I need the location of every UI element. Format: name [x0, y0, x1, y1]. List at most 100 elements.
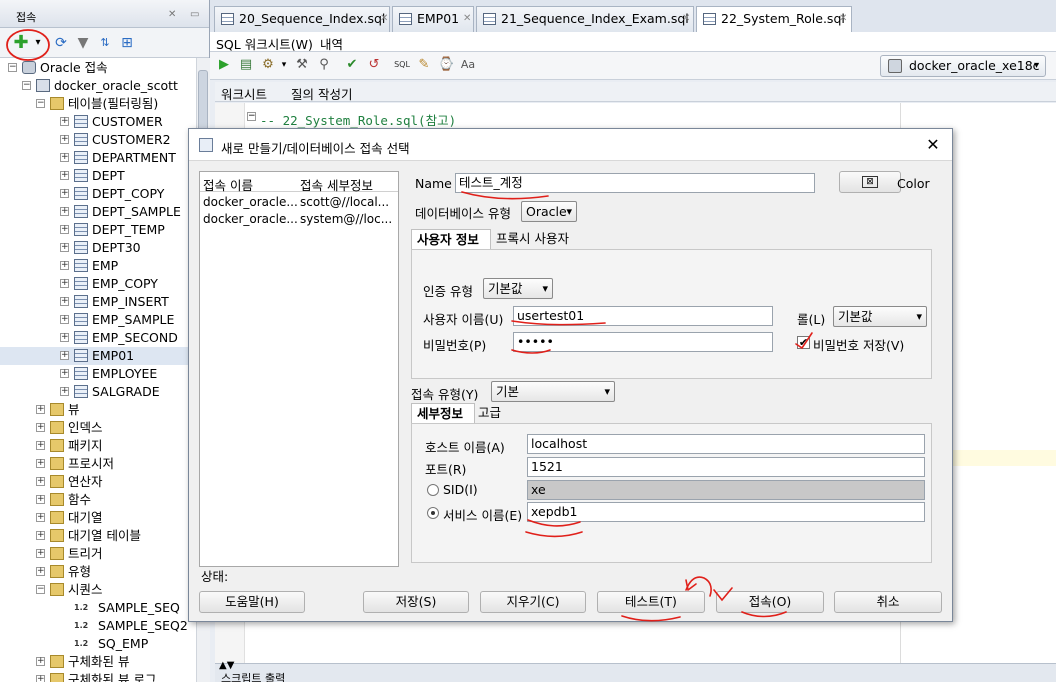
tree-item[interactable]: + DEPT30	[0, 239, 196, 257]
conn-type-select[interactable]: 기본	[491, 381, 615, 402]
tree-item[interactable]: + EMP_SAMPLE	[0, 311, 196, 329]
connect-button[interactable]: 접속(O)	[716, 591, 824, 613]
tree-item[interactable]: + EMP01	[0, 347, 196, 365]
expand-icon[interactable]: +	[60, 261, 69, 270]
role-select[interactable]: 기본값	[833, 306, 927, 327]
expand-icon[interactable]: +	[60, 369, 69, 378]
tree-item[interactable]: − 시퀀스	[0, 581, 196, 599]
tree-item[interactable]: + 뷰	[0, 401, 196, 419]
tree-item[interactable]: + EMP	[0, 257, 196, 275]
service-name-input[interactable]: xepdb1	[527, 502, 925, 522]
tree-item[interactable]: − 테이블(필터링됨)	[0, 95, 196, 113]
cancel-button[interactable]: 취소	[834, 591, 942, 613]
tree-item[interactable]: + SALGRADE	[0, 383, 196, 401]
expand-icon[interactable]: +	[60, 225, 69, 234]
expand-icon[interactable]: +	[36, 513, 45, 522]
commit-icon[interactable]: ✔	[344, 57, 360, 73]
collapse-icon[interactable]: −	[22, 81, 31, 90]
db-type-select[interactable]: Oracle	[521, 201, 577, 222]
run-script-icon[interactable]: ▤	[238, 57, 254, 73]
port-input[interactable]: 1521	[527, 457, 925, 477]
tab-advanced[interactable]: 고급	[473, 403, 506, 423]
tab-history[interactable]: 내역	[320, 34, 343, 53]
tab-script-output[interactable]: 스크립트 출력	[221, 670, 336, 682]
tab-user-info[interactable]: 사용자 정보	[411, 229, 491, 249]
explain-plan-icon[interactable]: ⚒	[294, 57, 310, 73]
tree-item[interactable]: + CUSTOMER2	[0, 131, 196, 149]
close-tab-icon[interactable]: ✕	[682, 7, 690, 31]
save-button[interactable]: 저장(S)	[363, 591, 469, 613]
run-statement-icon[interactable]: ▶	[216, 57, 232, 73]
tree-item[interactable]: − Oracle 접속	[0, 59, 196, 77]
expand-icon[interactable]: +	[36, 441, 45, 450]
restore-icon[interactable]: ▭	[190, 9, 199, 20]
auth-type-select[interactable]: 기본값	[483, 278, 553, 299]
close-tab-icon[interactable]: ✕	[839, 7, 847, 31]
collapse-icon[interactable]: −	[36, 585, 45, 594]
tree-item[interactable]: + 연산자	[0, 473, 196, 491]
tree-item[interactable]: + EMPLOYEE	[0, 365, 196, 383]
expand-icon[interactable]: +	[36, 657, 45, 666]
tab-21-sequence-index-exam[interactable]: 21_Sequence_Index_Exam.sql ✕	[476, 6, 694, 32]
expand-icon[interactable]: +	[60, 243, 69, 252]
tab-worksheet[interactable]: 워크시트	[221, 84, 267, 103]
tree-item[interactable]: + CUSTOMER	[0, 113, 196, 131]
sid-input[interactable]: xe	[527, 480, 925, 500]
expand-icon[interactable]: +	[36, 477, 45, 486]
connection-manager-icon[interactable]: ⊞	[118, 34, 136, 52]
tree-item[interactable]: + DEPT_COPY	[0, 185, 196, 203]
col-connection-name[interactable]: 접속 이름	[203, 175, 253, 194]
schema-browser-icon[interactable]: ⇅	[96, 34, 114, 52]
expand-icon[interactable]: +	[60, 315, 69, 324]
expand-icon[interactable]: +	[60, 189, 69, 198]
expand-icon[interactable]: +	[60, 171, 69, 180]
filter-icon[interactable]: ▼	[74, 34, 92, 52]
autotrace-dropdown-icon[interactable]: ▾	[276, 57, 292, 73]
rollback-icon[interactable]: ↺	[366, 57, 382, 73]
tab-22-system-role[interactable]: 22_System_Role.sql ✕	[696, 6, 852, 32]
fold-icon[interactable]: −	[247, 112, 256, 121]
col-connection-details[interactable]: 접속 세부정보	[300, 175, 373, 194]
expand-icon[interactable]: +	[60, 297, 69, 306]
expand-icon[interactable]: +	[60, 117, 69, 126]
sql-tuning-icon[interactable]: ⚲	[316, 57, 332, 73]
expand-icon[interactable]: +	[60, 279, 69, 288]
refresh-icon[interactable]: ⟳	[52, 34, 70, 52]
expand-icon[interactable]: +	[60, 207, 69, 216]
collapse-icon[interactable]: −	[36, 99, 45, 108]
expand-icon[interactable]: +	[60, 351, 69, 360]
expand-icon[interactable]: +	[36, 675, 45, 682]
expand-icon[interactable]: +	[36, 549, 45, 558]
expand-icon[interactable]: +	[36, 531, 45, 540]
tree-item[interactable]: 1.2 SAMPLE_SEQ2	[0, 617, 196, 635]
autotrace-icon[interactable]: ⚙	[260, 57, 276, 73]
tree-item[interactable]: − docker_oracle_scott	[0, 77, 196, 95]
tree-item[interactable]: + 프로시저	[0, 455, 196, 473]
tree-item[interactable]: + 대기열	[0, 509, 196, 527]
tree-item[interactable]: + 패키지	[0, 437, 196, 455]
help-button[interactable]: 도움말(H)	[199, 591, 305, 613]
expand-icon[interactable]: +	[36, 405, 45, 414]
tab-emp01[interactable]: EMP01 ✕	[392, 6, 474, 32]
name-input[interactable]: 테스트_계정	[455, 173, 815, 193]
expand-icon[interactable]: +	[60, 153, 69, 162]
expand-icon[interactable]: +	[36, 459, 45, 468]
host-input[interactable]: localhost	[527, 434, 925, 454]
username-input[interactable]: usertest01	[513, 306, 773, 326]
tree-item[interactable]: + EMP_COPY	[0, 275, 196, 293]
tree-item[interactable]: + 트리거	[0, 545, 196, 563]
tree-item[interactable]: + 인덱스	[0, 419, 196, 437]
tree-item[interactable]: + EMP_INSERT	[0, 293, 196, 311]
add-connection-icon[interactable]: ✚	[12, 34, 30, 52]
close-icon[interactable]: ✕	[922, 134, 944, 156]
expand-icon[interactable]: +	[60, 333, 69, 342]
unshared-sql-icon[interactable]: SQL	[394, 57, 410, 73]
tab-query-builder[interactable]: 질의 작성기	[291, 84, 352, 103]
tree-item[interactable]: + 유형	[0, 563, 196, 581]
add-dropdown-icon[interactable]: ▾	[32, 34, 44, 52]
tab-proxy-user[interactable]: 프록시 사용자	[491, 229, 574, 249]
tree-item[interactable]: + DEPT	[0, 167, 196, 185]
expand-icon[interactable]: +	[36, 567, 45, 576]
minimize-icon[interactable]: ✕	[168, 9, 176, 20]
expand-icon[interactable]: +	[36, 423, 45, 432]
